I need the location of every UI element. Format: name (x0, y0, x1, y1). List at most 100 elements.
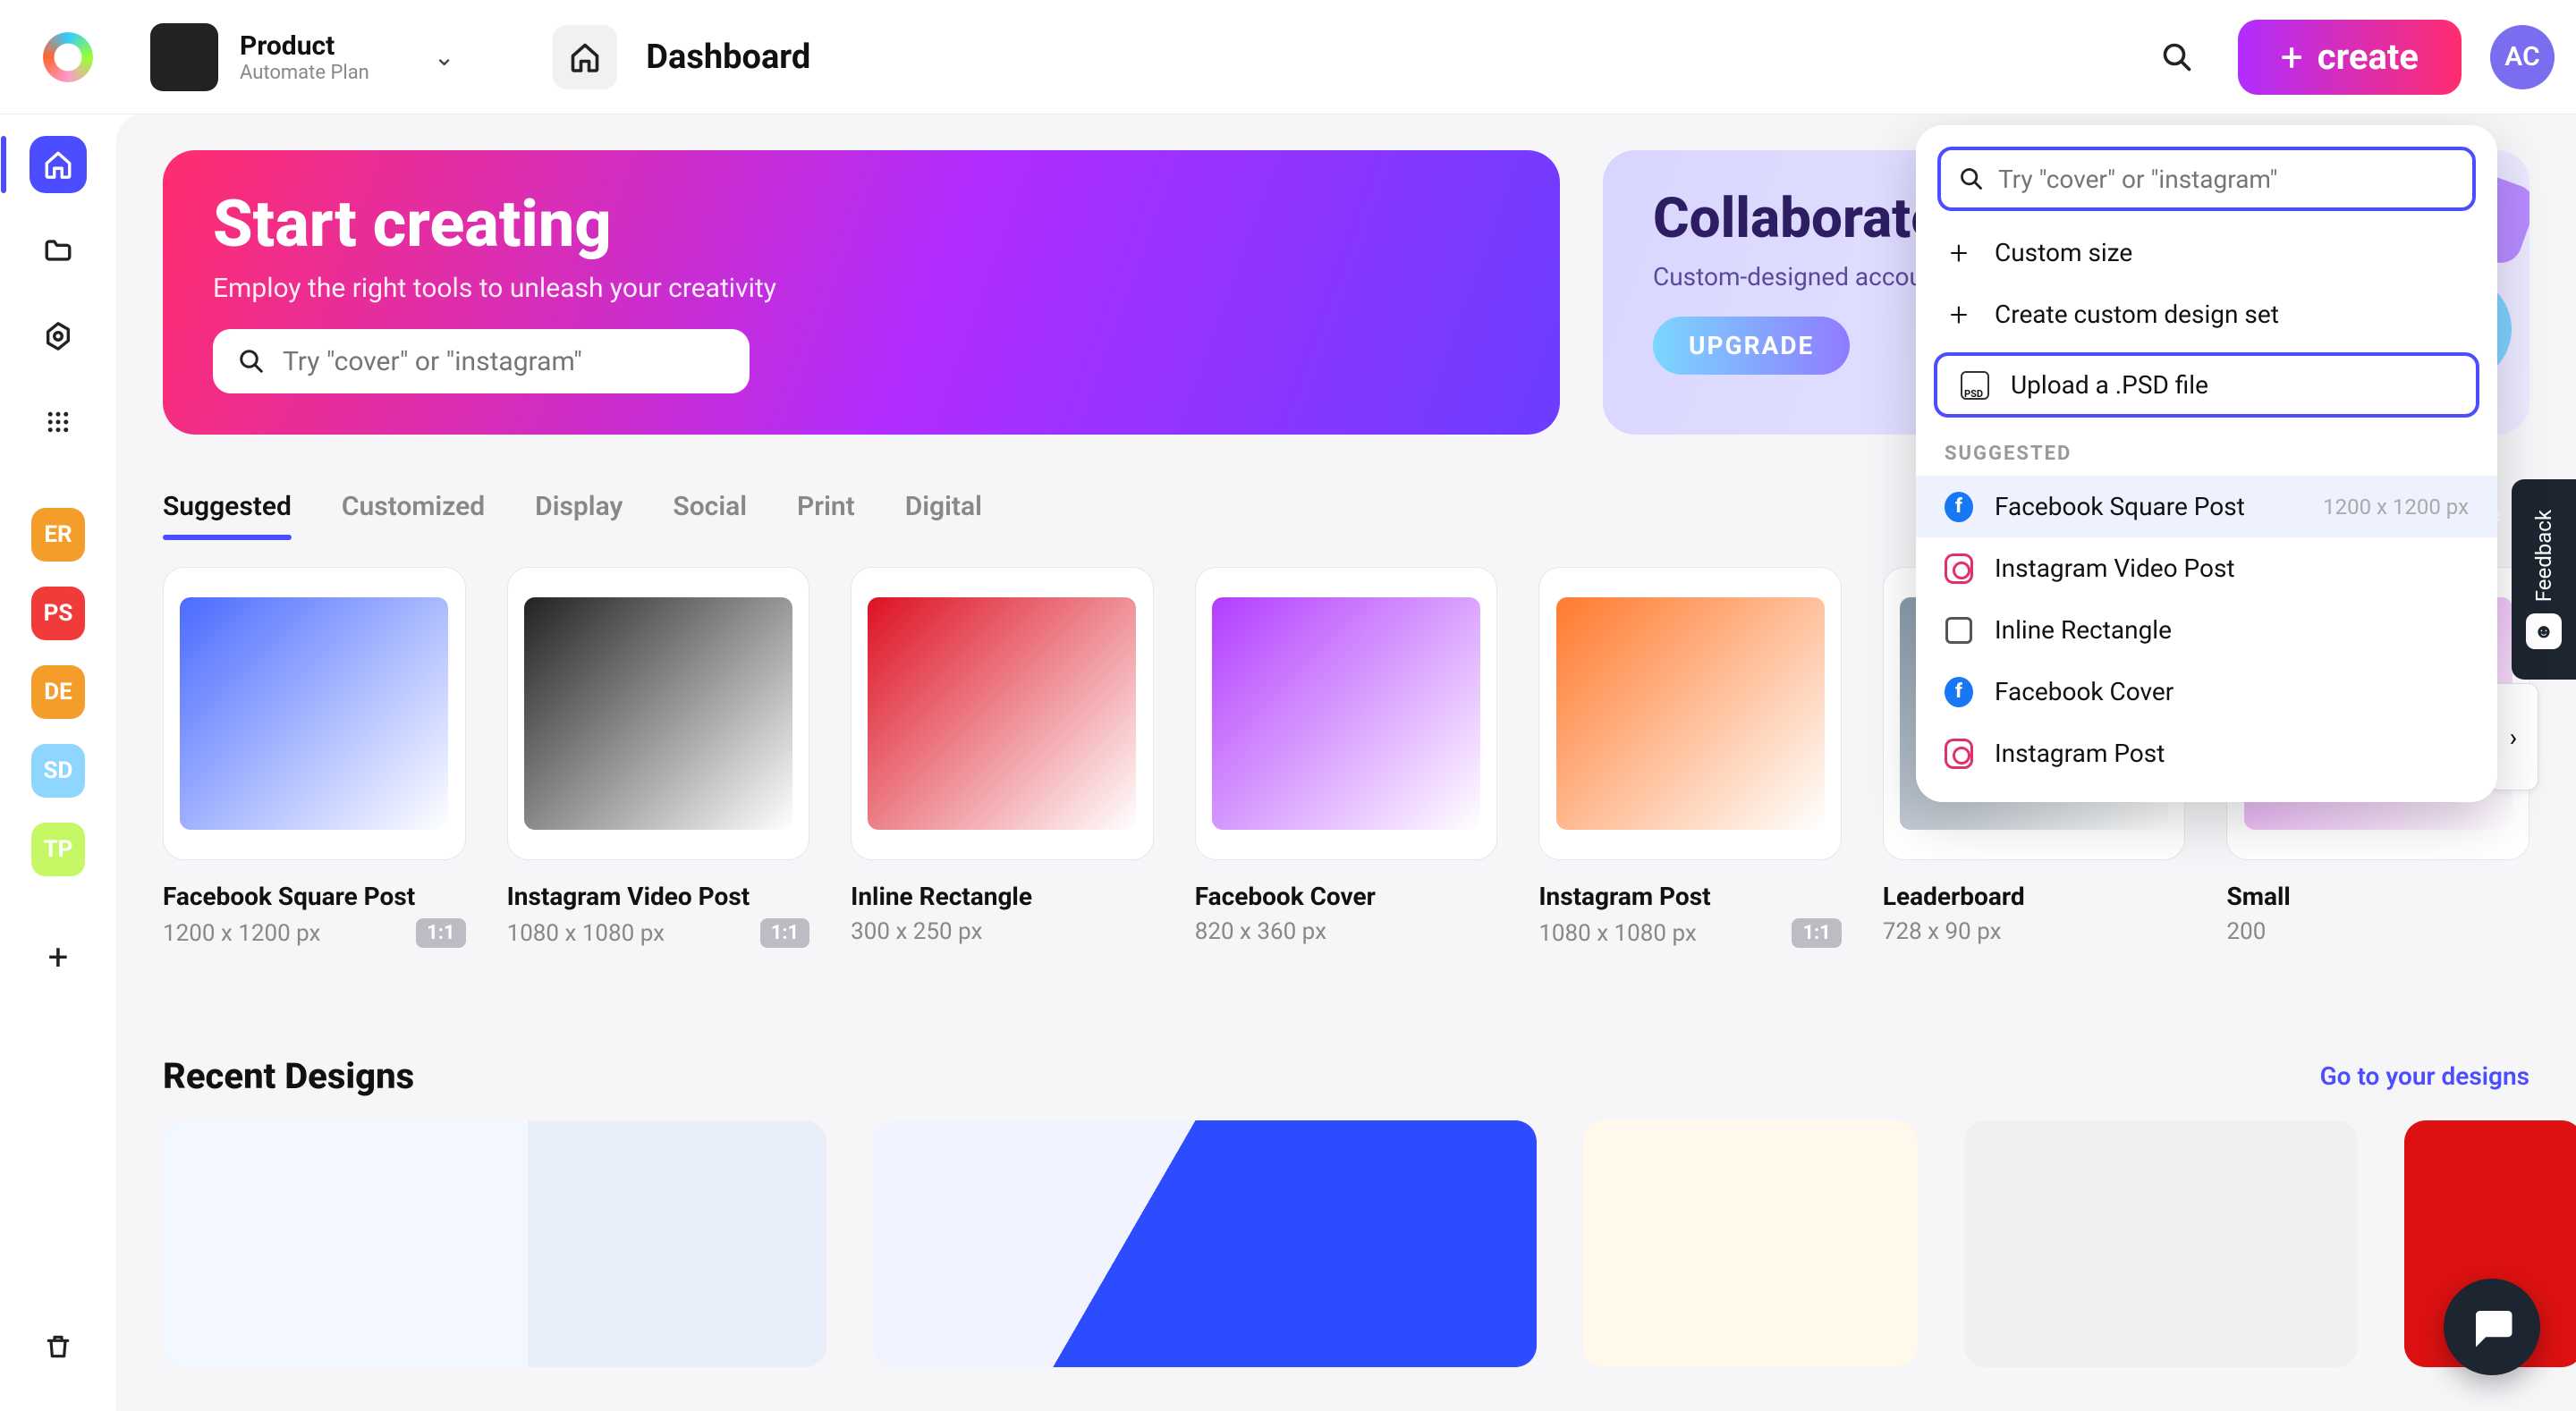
product-name: Product (240, 30, 369, 62)
template-title: Facebook Cover (1195, 882, 1498, 911)
plus-icon (1945, 239, 1973, 267)
create-popover: Custom size Create custom design set Uploa… (1916, 125, 2497, 802)
home-button[interactable] (553, 25, 617, 89)
aspect-ratio-badge: 1:1 (1792, 918, 1841, 948)
chevron-down-icon: ⌄ (434, 42, 454, 72)
popover-search-input[interactable] (1998, 165, 2454, 194)
template-title: Facebook Square Post (163, 882, 466, 911)
recent-row (163, 1120, 2576, 1367)
popover-action[interactable]: Custom size (1916, 222, 2497, 283)
main-content: Start creating Employ the right tools to… (116, 114, 2576, 1411)
hero-search-input[interactable] (283, 346, 724, 377)
feedback-tab[interactable]: Feedback ☻ (2512, 479, 2576, 680)
popover-item-label: Facebook Cover (1995, 677, 2174, 706)
product-thumbnail (150, 23, 218, 91)
popover-action-label: Upload a .PSD file (2011, 370, 2208, 400)
nav-folder[interactable] (30, 222, 87, 279)
upgrade-button[interactable]: UPGRADE (1653, 317, 1850, 375)
left-nav: ER PS DE SD TP + (0, 114, 116, 1411)
template-title: Instagram Post (1538, 882, 1842, 911)
popover-suggested-item[interactable]: Inline Rectangle (1916, 599, 2497, 661)
user-avatar[interactable]: AC (2490, 25, 2555, 89)
plus-icon: + (48, 936, 69, 978)
template-title: Inline Rectangle (851, 882, 1154, 911)
nav-trash[interactable] (30, 1318, 87, 1375)
template-card[interactable]: Instagram Post 1080 x 1080 px 1:1 (1538, 567, 1842, 948)
instagram-icon (1945, 739, 1973, 768)
topbar: Product Automate Plan ⌄ Dashboard + crea… (0, 0, 2576, 114)
template-thumbnail (1195, 567, 1498, 860)
popover-item-label: Facebook Square Post (1995, 492, 2245, 521)
chat-launcher[interactable] (2444, 1279, 2540, 1375)
nav-apps[interactable] (30, 393, 87, 451)
tab-display[interactable]: Display (535, 491, 623, 540)
template-title: Instagram Video Post (507, 882, 810, 911)
recent-design-card[interactable] (1964, 1120, 2358, 1367)
chevron-right-icon: › (2510, 722, 2517, 752)
hero-start-creating: Start creating Employ the right tools to… (163, 150, 1560, 435)
hero-search[interactable] (213, 329, 750, 393)
popover-suggested-label: SUGGESTED (1916, 425, 2497, 476)
popover-action[interactable]: Upload a .PSD file (1934, 352, 2479, 418)
template-card[interactable]: Facebook Square Post 1200 x 1200 px 1:1 (163, 567, 466, 948)
folder-icon (43, 235, 73, 266)
tab-digital[interactable]: Digital (905, 491, 982, 540)
template-thumbnail (851, 567, 1154, 860)
template-card[interactable]: Inline Rectangle 300 x 250 px (851, 567, 1154, 948)
template-card[interactable]: Facebook Cover 820 x 360 px (1195, 567, 1498, 948)
project-badge[interactable]: ER (31, 508, 85, 562)
project-badge[interactable]: DE (31, 665, 85, 719)
popover-item-label: Inline Rectangle (1995, 615, 2172, 645)
popover-suggested-item[interactable]: Instagram Video Post (1916, 537, 2497, 599)
instagram-icon (1945, 554, 1973, 583)
popover-suggested-item[interactable]: f Facebook Cover (1916, 661, 2497, 722)
popover-action[interactable]: Create custom design set (1916, 283, 2497, 345)
app-logo[interactable] (43, 32, 93, 82)
template-dimensions: 300 x 250 px (851, 918, 982, 945)
recent-design-card[interactable] (873, 1120, 1537, 1367)
rectangle-icon (1945, 616, 1973, 645)
recent-design-card[interactable] (163, 1120, 826, 1367)
product-switcher[interactable]: Product Automate Plan ⌄ (150, 23, 454, 91)
psd-icon (1961, 371, 1989, 400)
template-dimensions: 1080 x 1080 px (507, 920, 665, 947)
popover-suggested-item[interactable]: Instagram Post (1916, 722, 2497, 784)
template-dimensions: 200 (2226, 918, 2266, 945)
hero-title: Start creating (213, 186, 1510, 262)
recent-link[interactable]: Go to your designs (2320, 1061, 2529, 1091)
popover-action-label: Custom size (1995, 238, 2132, 267)
facebook-icon: f (1945, 678, 1973, 706)
recent-design-card[interactable] (1583, 1120, 1918, 1367)
popover-action-label: Create custom design set (1995, 300, 2279, 329)
feedback-label: Feedback (2531, 510, 2556, 602)
create-button[interactable]: + create (2238, 20, 2462, 95)
template-thumbnail (507, 567, 810, 860)
home-icon (43, 149, 73, 180)
add-project-button[interactable]: + (30, 928, 87, 985)
popover-search[interactable] (1937, 147, 2476, 211)
project-badge[interactable]: PS (31, 587, 85, 640)
tab-social[interactable]: Social (673, 491, 747, 540)
search-icon (2161, 41, 2193, 73)
tab-customized[interactable]: Customized (342, 491, 485, 540)
nav-brand[interactable] (30, 308, 87, 365)
nav-home[interactable] (30, 136, 87, 193)
trash-icon (44, 1332, 72, 1361)
popover-item-label: Instagram Post (1995, 739, 2165, 768)
project-badge[interactable]: TP (31, 823, 85, 876)
grid-icon (45, 409, 72, 435)
project-badge[interactable]: SD (31, 744, 85, 798)
template-dimensions: 1200 x 1200 px (163, 920, 320, 947)
popover-suggested-item[interactable]: fFacebook Square Post1200 x 1200 px (1916, 476, 2497, 537)
template-card[interactable]: Instagram Video Post 1080 x 1080 px 1:1 (507, 567, 810, 948)
recent-header: Recent Designs Go to your designs (163, 1055, 2529, 1097)
template-dimensions: 1080 x 1080 px (1538, 920, 1696, 947)
popover-item-label: Instagram Video Post (1995, 553, 2235, 583)
aspect-ratio-badge: 1:1 (760, 918, 809, 948)
search-icon (238, 348, 265, 375)
top-search-button[interactable] (2152, 32, 2202, 82)
aspect-ratio-badge: 1:1 (416, 918, 465, 948)
tab-suggested[interactable]: Suggested (163, 491, 292, 540)
tab-print[interactable]: Print (797, 491, 855, 540)
product-plan: Automate Plan (240, 62, 369, 84)
